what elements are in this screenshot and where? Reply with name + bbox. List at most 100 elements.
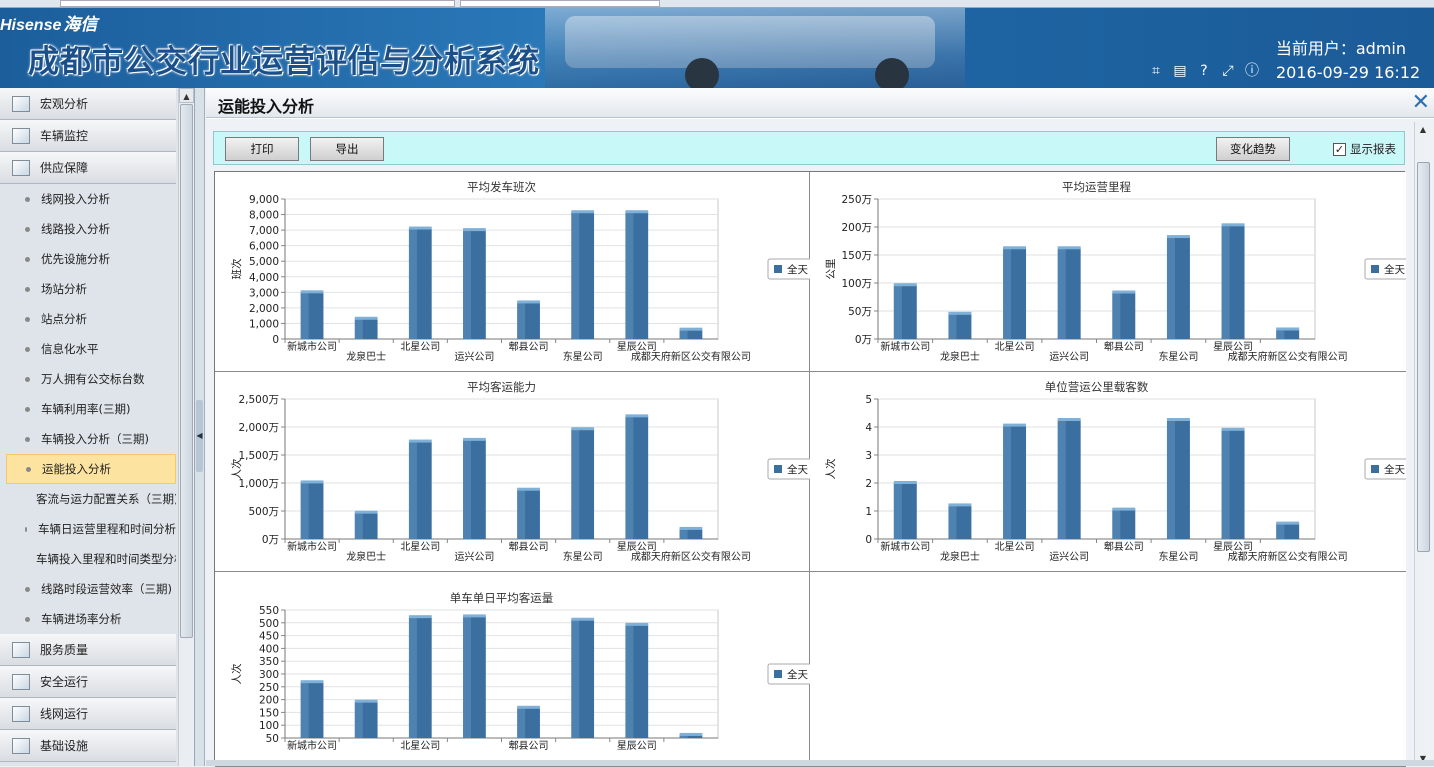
content-scrollbar[interactable]: ▲ ▼	[1414, 122, 1431, 766]
sidebar-item[interactable]: 场站分析	[0, 274, 176, 304]
system-title: 成都市公交行业运营评估与分析系统	[28, 44, 540, 80]
sidebar-item-label: 车辆进场率分析	[41, 612, 122, 626]
sidebar-group-bottom-2[interactable]: 线网运行	[0, 698, 176, 730]
info-icon[interactable]: ⓘ	[1244, 63, 1260, 79]
chart-panel: 单位营运公里载客数 0 1 2 3 4 5 人次 新城市公司 龙泉巴士 北星公司 运兴公司 郫县公司 东星…	[810, 372, 1406, 572]
sidebar-item[interactable]: 线路投入分析	[0, 214, 176, 244]
bar-top	[571, 210, 595, 214]
bar-highlight	[1221, 429, 1230, 539]
sidebar-group-bottom-1[interactable]: 安全运行	[0, 666, 176, 698]
sidebar-menu: 宏观分析车辆监控 供应保障 线网投入分析 线路投入分析 优先设施分析 场站分析 站点分析 信息…	[0, 88, 176, 766]
content-scroll-thumb[interactable]	[1417, 162, 1430, 552]
sidebar-group-label: 服务质量	[40, 643, 89, 657]
sidebar-item[interactable]: 信息化水平	[0, 334, 176, 364]
window-icon[interactable]: ▤	[1172, 63, 1188, 79]
legend-label: 全天	[1384, 263, 1406, 276]
collapse-handle-icon[interactable]: ◀	[196, 400, 203, 472]
bar-top	[679, 732, 703, 736]
bar-4	[463, 614, 486, 738]
y-tick-label: 500	[259, 618, 279, 630]
x-tick-label: 东星公司	[563, 550, 603, 563]
sidebar-item[interactable]: 线网投入分析	[0, 184, 176, 214]
y-tick-label: 6,000	[249, 241, 279, 253]
crop-icon[interactable]: ⌗	[1148, 63, 1164, 79]
sidebar-item[interactable]: 车辆进场率分析	[0, 604, 176, 634]
y-tick-label: 250	[259, 682, 279, 694]
resize-icon[interactable]: ⤢	[1220, 63, 1236, 79]
bar-highlight	[408, 441, 417, 539]
scroll-up-icon[interactable]: ▲	[1415, 122, 1431, 137]
sidebar-item[interactable]: 车辆利用率(三期)	[0, 394, 176, 424]
bar-highlight	[625, 624, 634, 738]
bar-top	[1057, 246, 1081, 250]
sidebar-group-top-1[interactable]: 车辆监控	[0, 120, 176, 152]
y-tick-label: 250万	[841, 194, 872, 206]
sidebar-scroll-thumb[interactable]	[180, 104, 193, 638]
sidebar-item[interactable]: 万人拥有公交标台数	[0, 364, 176, 394]
sidebar-group-label: 安全运行	[40, 675, 89, 689]
sidebar-scrollbar[interactable]: ▲	[178, 88, 194, 766]
x-tick-label: 运兴公司	[1049, 551, 1089, 563]
x-tick-label: 郫县公司	[1104, 340, 1144, 353]
y-tick-label: 3	[865, 450, 872, 462]
sidebar-item[interactable]: 车辆投入分析（三期)	[0, 424, 176, 454]
bar-highlight	[893, 285, 902, 339]
sidebar-item[interactable]: 优先设施分析	[0, 244, 176, 274]
browser-tab[interactable]	[460, 0, 660, 7]
bar-2	[354, 316, 378, 339]
sidebar-item[interactable]: 车辆投入里程和时间类型分析	[0, 544, 176, 574]
sidebar-item[interactable]: 运能投入分析	[6, 454, 176, 484]
sidebar-item[interactable]: 客流与运力配置关系（三期)	[0, 484, 176, 514]
service-icon	[12, 641, 30, 658]
sidebar-item[interactable]: 车辆日运营里程和时间分析	[0, 514, 176, 544]
show-report-toggle[interactable]: ✓ 显示报表	[1333, 141, 1396, 157]
bar-3	[408, 226, 432, 339]
sidebar-group-bottom-3[interactable]: 基础设施	[0, 730, 176, 762]
bar-5	[517, 300, 540, 339]
close-icon[interactable]: ✕	[1412, 90, 1430, 116]
plot-area	[877, 398, 1316, 540]
export-button[interactable]: 导出	[310, 137, 384, 161]
bar-top	[1166, 235, 1190, 239]
bar-top	[1003, 246, 1027, 250]
bar-highlight	[571, 429, 580, 539]
plot-area	[284, 198, 719, 340]
address-bar[interactable]	[60, 0, 455, 7]
trend-button[interactable]: 变化趋势	[1216, 137, 1290, 161]
bar-top	[893, 481, 917, 484]
scroll-up-icon[interactable]: ▲	[179, 88, 194, 103]
y-tick-label: 450	[259, 631, 279, 643]
sidebar-item[interactable]: 站点分析	[0, 304, 176, 334]
bar-top	[408, 439, 432, 443]
bar-highlight	[893, 483, 902, 539]
bar-highlight	[1166, 237, 1175, 339]
bar-top	[517, 705, 540, 709]
x-tick-label: 北星公司	[400, 740, 440, 752]
bar-top	[463, 228, 486, 232]
x-tick-label: 新城市公司	[287, 540, 337, 553]
sidebar-group-label: 宏观分析	[40, 97, 89, 111]
sidebar-splitter[interactable]: ◀	[195, 88, 205, 766]
y-tick-label: 0	[865, 534, 872, 546]
help-icon[interactable]: ?	[1196, 63, 1212, 79]
sidebar-group-top-0[interactable]: 宏观分析	[0, 88, 176, 120]
bar-top	[948, 311, 972, 315]
x-tick-label: 成都天府新区公交有限公司	[631, 550, 751, 563]
brand-logo: Hisense 海信	[0, 15, 98, 34]
bullet-icon	[25, 226, 30, 232]
y-tick-label: 9,000	[249, 194, 279, 206]
app-header: Hisense 海信 成都市公交行业运营评估与分析系统 当前用户：admin ⌗ …	[0, 8, 1434, 88]
main-panel: 运能投入分析 ✕ 打印 导出 变化趋势 ✓ 显示报表 平均发车班次 0 1,000 2…	[206, 88, 1434, 767]
bar-top	[354, 510, 378, 514]
y-tick-label: 1,000万	[238, 478, 279, 490]
sidebar-item-label: 客流与运力配置关系（三期)	[36, 492, 176, 506]
bar-top	[1221, 223, 1245, 227]
print-button[interactable]: 打印	[225, 137, 299, 161]
sidebar-group-bottom-0[interactable]: 服务质量	[0, 634, 176, 666]
sidebar-item[interactable]: 线路时段运营效率（三期)	[0, 574, 176, 604]
y-tick-label: 50万	[848, 306, 872, 318]
show-report-checkbox[interactable]: ✓	[1333, 142, 1346, 156]
sidebar-group-top-2[interactable]: 供应保障	[0, 152, 176, 184]
bar-highlight	[354, 512, 363, 539]
y-axis-label: 人次	[230, 663, 243, 684]
